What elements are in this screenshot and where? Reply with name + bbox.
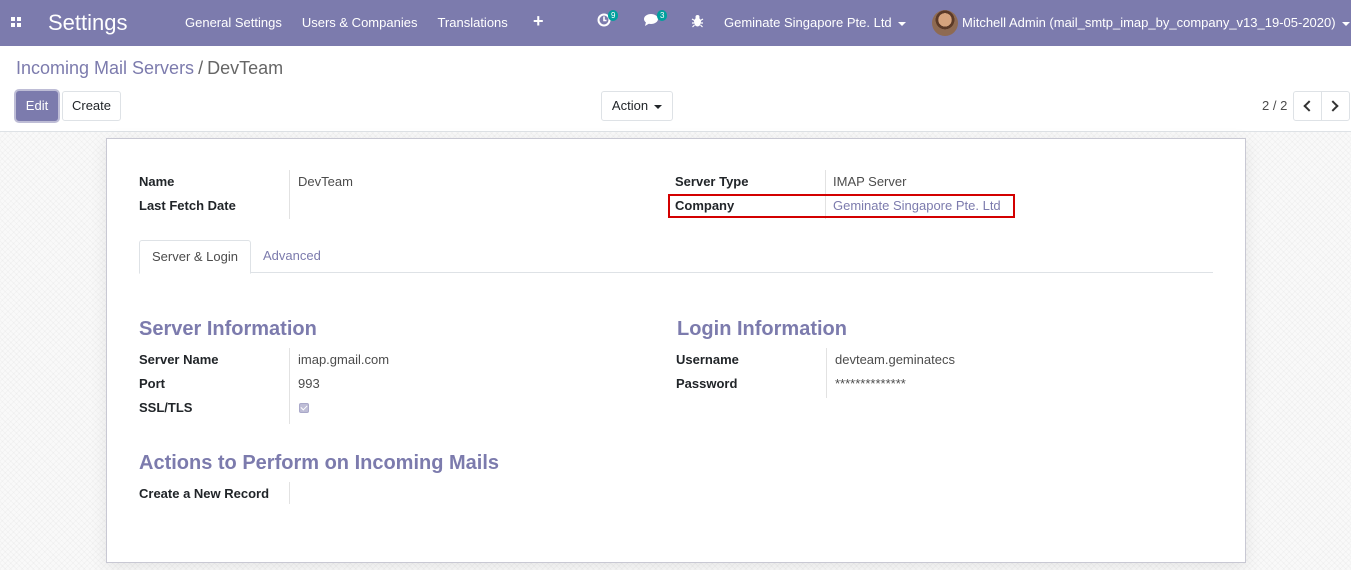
port-label: Port	[139, 376, 165, 391]
avatar[interactable]	[932, 10, 958, 36]
messages-icon[interactable]: 3	[643, 10, 668, 30]
field-divider	[289, 348, 290, 424]
chevron-down-icon	[654, 104, 663, 109]
company-switcher[interactable]: Geminate Singapore Pte. Ltd	[724, 15, 906, 30]
field-divider	[826, 348, 827, 398]
server-name-label: Server Name	[139, 352, 219, 367]
tab-advanced[interactable]: Advanced	[251, 240, 333, 273]
ssl-tls-checkbox	[299, 403, 309, 413]
username-field: devteam.geminatecs	[835, 352, 955, 367]
breadcrumb-separator: /	[198, 58, 204, 78]
server-type-label: Server Type	[675, 174, 749, 189]
bug-icon[interactable]	[691, 14, 704, 31]
menu-users-companies[interactable]: Users & Companies	[302, 15, 418, 30]
name-field: DevTeam	[298, 174, 353, 189]
company-switcher-label: Geminate Singapore Pte. Ltd	[724, 15, 892, 30]
action-label: Action	[611, 98, 649, 113]
create-new-record-label: Create a New Record	[139, 486, 270, 501]
create-button[interactable]: Create	[62, 91, 121, 121]
field-divider	[289, 482, 290, 504]
field-divider	[289, 170, 290, 219]
app-title: Settings	[48, 10, 128, 35]
chevron-right-icon	[1327, 100, 1339, 112]
password-field: **************	[835, 376, 906, 391]
menu-translations[interactable]: Translations	[437, 15, 507, 30]
main-menu: General Settings Users & Companies Trans…	[175, 15, 518, 30]
last-fetch-date-label: Last Fetch Date	[139, 198, 236, 213]
plus-icon[interactable]: +	[533, 11, 544, 32]
top-navbar: Settings General Settings Users & Compan…	[0, 0, 1351, 46]
breadcrumb-parent[interactable]: Incoming Mail Servers	[16, 58, 194, 78]
notebook-tabs: Server & Login Advanced	[139, 240, 1213, 274]
password-label: Password	[676, 376, 738, 391]
activity-icon[interactable]: 9	[597, 10, 619, 30]
user-menu[interactable]: Mitchell Admin (mail_smtp_imap_by_compan…	[962, 15, 1350, 30]
apps-menu-icon[interactable]	[11, 17, 22, 28]
messages-count-badge: 3	[657, 10, 668, 21]
chevron-left-icon	[1303, 100, 1315, 112]
pager-previous-button[interactable]	[1293, 91, 1322, 121]
login-information-title: Login Information	[677, 318, 847, 340]
port-field: 993	[298, 376, 320, 391]
company-highlight-box	[668, 194, 1015, 218]
actions-title: Actions to Perform on Incoming Mails	[139, 452, 500, 474]
activity-count-badge: 9	[608, 10, 619, 21]
pager-value[interactable]: 2 / 2	[1262, 98, 1287, 113]
action-dropdown[interactable]: Action	[601, 91, 673, 121]
user-name-label: Mitchell Admin (mail_smtp_imap_by_compan…	[962, 15, 1336, 30]
username-label: Username	[676, 352, 739, 367]
server-information-title: Server Information	[139, 318, 317, 340]
pager-next-button[interactable]	[1321, 91, 1350, 121]
ssl-tls-label: SSL/TLS	[139, 400, 193, 415]
breadcrumb-current: DevTeam	[207, 58, 284, 78]
tab-server-login[interactable]: Server & Login	[139, 240, 251, 274]
server-type-field: IMAP Server	[833, 174, 907, 189]
name-label: Name	[139, 174, 175, 189]
chevron-down-icon	[897, 21, 906, 26]
breadcrumb: Incoming Mail Servers / DevTeam	[16, 58, 283, 79]
menu-general-settings[interactable]: General Settings	[185, 15, 282, 30]
server-name-field: imap.gmail.com	[298, 352, 390, 367]
chevron-down-icon	[1341, 21, 1350, 26]
edit-button[interactable]: Edit	[16, 91, 58, 121]
